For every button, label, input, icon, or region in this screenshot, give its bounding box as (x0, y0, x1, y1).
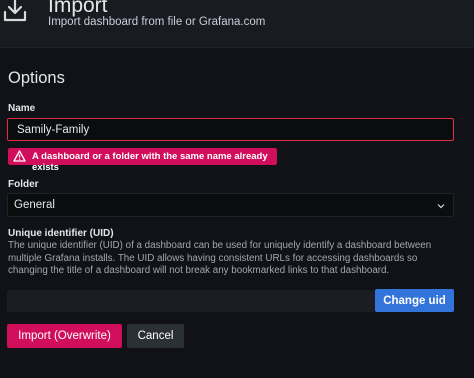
uid-description: The unique identifier (UID) of a dashboa… (8, 240, 432, 276)
name-error-badge: A dashboard or a folder with the same na… (8, 148, 277, 173)
page-subtitle: Import dashboard from file or Grafana.co… (48, 16, 266, 28)
warning-icon (13, 150, 26, 162)
page-header: Import Import dashboard from file or Gra… (0, 0, 474, 47)
change-uid-button[interactable]: Change uid (375, 289, 454, 312)
chevron-down-icon (437, 204, 445, 209)
name-input[interactable]: Samily-Family (7, 118, 454, 141)
header-divider (0, 47, 474, 48)
name-label: Name (8, 103, 36, 114)
options-title: Options (8, 69, 65, 87)
import-overwrite-button[interactable]: Import (Overwrite) (7, 324, 122, 348)
cancel-button[interactable]: Cancel (127, 324, 184, 348)
folder-select-value: General (14, 199, 55, 211)
uid-input[interactable] (7, 290, 375, 312)
folder-label: Folder (8, 179, 39, 190)
folder-select[interactable]: General (7, 193, 454, 217)
download-icon (3, 0, 27, 22)
uid-label: Unique identifier (UID) (8, 228, 114, 239)
name-error-text: A dashboard or a folder with the same na… (32, 151, 268, 173)
